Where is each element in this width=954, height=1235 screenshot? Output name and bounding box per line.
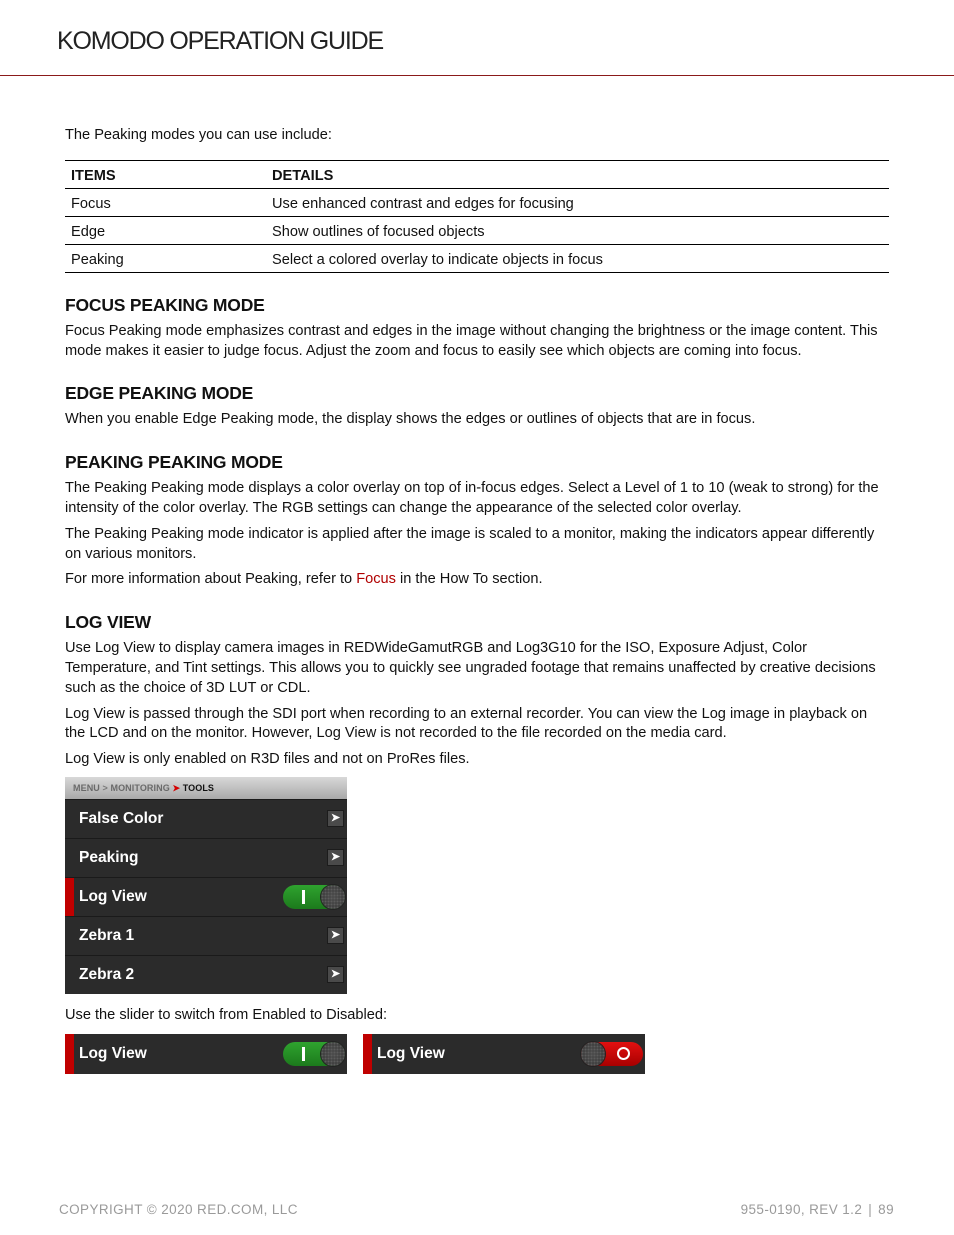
breadcrumb-tools: TOOLS [182,782,215,793]
chevron-right-icon[interactable]: ➤ [327,927,344,945]
page-content: The Peaking modes you can use include: I… [65,126,889,1074]
paragraph: Log View is only enabled on R3D files an… [65,751,470,768]
on-bar-icon [302,1042,305,1066]
table-cell-item: Edge [65,216,266,245]
toggle-knob[interactable] [581,1041,605,1066]
page-number: 89 [878,1202,894,1217]
footer-page-info: 955-0190, REV 1.2 | 89 [741,1202,894,1217]
log-view-toggle-on[interactable] [283,1041,345,1066]
section-peaking-peaking: PEAKING PEAKING MODE The Peaking Peaking… [65,452,889,590]
section-focus-peaking: FOCUS PEAKING MODE Focus Peaking mode em… [65,295,889,362]
toggle-knob[interactable] [321,1041,345,1066]
tools-menu-screenshot: MENU > MONITORING ➤ TOOLS False Color ➤ … [65,776,347,994]
paragraph: Log View is passed through the SDI port … [65,705,868,742]
table-cell-details: Show outlines of focused objects [266,216,889,245]
menu-item-label: False Color [79,809,164,827]
chevron-right-icon[interactable]: ➤ [327,849,344,867]
section-log-view: LOG VIEW Use Log View to display camera … [65,612,889,770]
focus-link[interactable]: Focus [356,571,396,587]
menu-item-zebra-2[interactable]: Zebra 2 ➤ [65,954,347,994]
off-ring-icon [617,1042,630,1066]
paragraph: When you enable Edge Peaking mode, the d… [65,411,756,428]
column-header-details: DETAILS [266,159,889,189]
selection-indicator [65,877,74,916]
menu-item-label: Log View [79,1044,147,1062]
document-header-title: KOMODO OPERATION GUIDE [57,27,384,55]
more-info-suffix: in the How To section. [395,571,543,588]
table-cell-item: Focus [65,188,266,217]
section-heading: EDGE PEAKING MODE [65,383,254,404]
chevron-right-icon[interactable]: ➤ [327,810,344,828]
section-heading: FOCUS PEAKING MODE [65,294,265,315]
breadcrumb-monitoring[interactable]: MONITORING [110,783,169,793]
log-view-enabled-example[interactable]: Log View [65,1033,347,1074]
doc-revision: 955-0190, REV 1.2 [740,1202,863,1217]
chevron-right-icon: ➤ [172,782,181,793]
more-info-paragraph: For more information about Peaking, refe… [65,570,889,590]
section-edge-peaking: EDGE PEAKING MODE When you enable Edge P… [65,383,889,430]
chevron-right-icon: > [102,782,108,793]
breadcrumb: MENU > MONITORING ➤ TOOLS [65,776,347,799]
menu-item-zebra-1[interactable]: Zebra 1 ➤ [65,915,347,955]
chevron-right-icon[interactable]: ➤ [327,966,344,984]
slider-instruction: Use the slider to switch from Enabled to… [65,1006,388,1023]
intro-text: The Peaking modes you can use include: [65,127,332,143]
table-row: Edge Show outlines of focused objects [65,216,889,245]
breadcrumb-menu[interactable]: MENU [73,783,100,793]
menu-item-label: Peaking [79,848,139,866]
selection-indicator [65,1033,74,1074]
footer-copyright: COPYRIGHT © 2020 RED.COM, LLC [59,1202,298,1217]
menu-item-peaking[interactable]: Peaking ➤ [65,837,347,877]
log-view-disabled-example[interactable]: Log View [363,1033,645,1074]
toggle-knob[interactable] [321,884,345,909]
menu-item-label: Log View [79,887,147,905]
menu-item-label: Zebra 1 [79,926,135,944]
table-row: Focus Use enhanced contrast and edges fo… [65,188,889,217]
column-header-items: ITEMS [65,159,266,189]
paragraph: The Peaking Peaking mode displays a colo… [65,480,879,516]
more-info-prefix: For more information about Peaking, refe… [65,571,357,588]
menu-item-label: Log View [377,1044,445,1062]
menu-item-log-view[interactable]: Log View [65,876,347,916]
paragraph: Focus Peaking mode emphasizes contrast a… [65,322,878,359]
menu-item-false-color[interactable]: False Color ➤ [65,798,347,838]
table-header-row: ITEMS DETAILS [65,159,889,189]
log-view-toggle-off[interactable] [581,1041,643,1066]
peaking-modes-table: ITEMS DETAILS Focus Use enhanced contras… [65,159,889,273]
header-divider [0,75,954,76]
section-heading: LOG VIEW [65,612,151,633]
on-bar-icon [302,885,305,909]
table-cell-details: Select a colored overlay to indicate obj… [266,244,889,273]
paragraph: Use Log View to display camera images in… [65,640,876,696]
table-row: Peaking Select a colored overlay to indi… [65,244,889,273]
log-view-toggle-on[interactable] [283,884,345,909]
section-heading: PEAKING PEAKING MODE [65,452,283,473]
table-cell-item: Peaking [65,244,266,273]
table-cell-details: Use enhanced contrast and edges for focu… [266,188,889,217]
menu-item-label: Zebra 2 [79,965,135,983]
selection-indicator [363,1033,372,1074]
paragraph: The Peaking Peaking mode indicator is ap… [65,525,875,562]
toggle-examples: Log View Log View [65,1033,889,1074]
footer-separator: | [868,1202,873,1217]
